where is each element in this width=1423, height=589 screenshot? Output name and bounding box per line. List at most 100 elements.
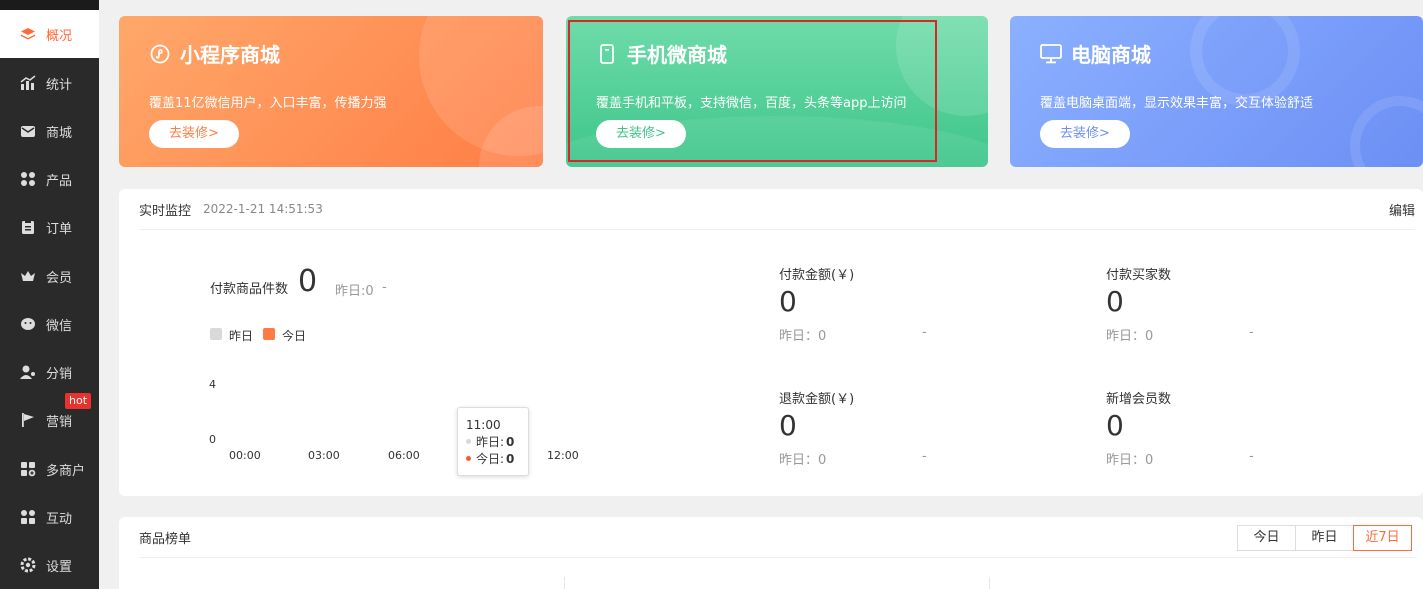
legend-today-swatch xyxy=(263,328,275,340)
pc-mall-card: 电脑商城 覆盖电脑桌面端，显示效果丰富，交互体验舒适 去装修> xyxy=(1010,16,1423,167)
panel-title: 实时监控 xyxy=(139,203,192,219)
timestamp: 2022-1-21 14:51:53 xyxy=(203,202,323,216)
sidebar-item-label: 多商户 xyxy=(46,463,86,479)
sidebar-item-label: 商城 xyxy=(46,125,73,141)
sidebar-item-label: 分销 xyxy=(46,366,73,382)
decorate-button[interactable]: 去装修> xyxy=(596,120,686,148)
sidebar-item-overview[interactable]: 概况 xyxy=(0,10,99,58)
sidebar-item-multi-merchant[interactable]: 多商户 xyxy=(0,445,99,493)
chart-icon xyxy=(20,75,36,91)
chart-tooltip: 11:00 昨日: 0 今日: 0 xyxy=(457,407,529,476)
multi-store-icon xyxy=(20,461,36,477)
sidebar-item-label: 微信 xyxy=(46,318,73,334)
metric-value-refund-amount: 0 xyxy=(779,409,797,442)
metric-value-new-members: 0 xyxy=(1106,409,1124,442)
card-description: 覆盖电脑桌面端，显示效果丰富，交互体验舒适 xyxy=(1040,96,1314,111)
clipboard-icon xyxy=(20,219,36,235)
sidebar-item-label: 会员 xyxy=(46,270,73,286)
edit-link[interactable]: 编辑 xyxy=(1389,200,1415,219)
crown-icon xyxy=(20,268,36,284)
metric-label-paying-buyers: 付款买家数 xyxy=(1106,268,1172,283)
x-axis-tick: 12:00 xyxy=(547,449,579,462)
mini-program-card: 小程序商城 覆盖11亿微信用户，入口丰富，传播力强 去装修> xyxy=(119,16,543,167)
column-divider xyxy=(989,577,990,589)
sidebar-item-label: 统计 xyxy=(46,77,73,93)
metric-yesterday: 昨日：0 xyxy=(1106,329,1154,344)
sidebar-item-settings[interactable]: 设置 xyxy=(0,541,99,589)
user-share-icon xyxy=(20,364,36,380)
tab-today[interactable]: 今日 xyxy=(1237,525,1296,551)
metric-dash: - xyxy=(1249,449,1254,464)
metric-value-payment-amount: 0 xyxy=(779,285,797,318)
sidebar-item-stats[interactable]: 统计 xyxy=(0,59,99,107)
goods-count-label: 付款商品件数 xyxy=(210,282,289,297)
tab-last-7-days[interactable]: 近7日 xyxy=(1353,525,1412,551)
goods-count-dash: - xyxy=(382,280,387,295)
sidebar: 概况 统计 商城 产品 订单 会员 微信 分销 营销 多商户 互动 设置 hot xyxy=(0,0,99,589)
sidebar-item-products[interactable]: 产品 xyxy=(0,155,99,203)
x-axis-tick: 03:00 xyxy=(308,449,340,462)
sidebar-item-orders[interactable]: 订单 xyxy=(0,203,99,251)
panel-title: 商品榜单 xyxy=(139,531,192,547)
sidebar-item-mall[interactable]: 商城 xyxy=(0,107,99,155)
y-axis-tick: 0 xyxy=(209,433,216,446)
metric-label-refund-amount: 退款金额(￥) xyxy=(779,392,855,407)
card-description: 覆盖11亿微信用户，入口丰富，传播力强 xyxy=(149,96,387,111)
y-axis-tick: 4 xyxy=(209,378,216,391)
tooltip-yesterday-dot xyxy=(466,439,471,444)
legend-today-label[interactable]: 今日 xyxy=(282,327,306,344)
column-divider xyxy=(564,577,565,589)
legend-yesterday-label[interactable]: 昨日 xyxy=(229,327,253,344)
sidebar-item-members[interactable]: 会员 xyxy=(0,252,99,300)
sidebar-item-label: 设置 xyxy=(46,559,73,575)
metric-dash: - xyxy=(922,325,927,340)
card-title: 电脑商城 xyxy=(1040,39,1151,68)
metric-value-paying-buyers: 0 xyxy=(1106,285,1124,318)
hot-badge: hot xyxy=(65,393,92,409)
monitor-icon xyxy=(1040,43,1062,65)
tooltip-today-dot xyxy=(466,456,471,461)
sidebar-item-label: 概况 xyxy=(46,28,73,44)
sidebar-item-label: 订单 xyxy=(46,221,73,237)
sidebar-item-label: 互动 xyxy=(46,511,73,527)
metric-yesterday: 昨日：0 xyxy=(779,453,827,468)
legend-yesterday-swatch xyxy=(210,328,222,340)
phone-icon xyxy=(596,43,618,65)
card-title: 手机微商城 xyxy=(596,39,727,68)
panel-header: 商品榜单 xyxy=(139,517,1415,558)
product-rank-panel: 商品榜单 xyxy=(119,517,1423,589)
gear-icon xyxy=(20,557,36,573)
sidebar-item-distribution[interactable]: 分销 xyxy=(0,348,99,396)
metric-dash: - xyxy=(1249,325,1254,340)
tooltip-time: 11:00 xyxy=(466,417,501,432)
interact-icon xyxy=(20,509,36,525)
layers-icon xyxy=(20,26,36,42)
metric-dash: - xyxy=(922,449,927,464)
metric-label-new-members: 新增会员数 xyxy=(1106,392,1172,407)
sidebar-item-label: 营销 xyxy=(46,414,73,430)
decorate-button[interactable]: 去装修> xyxy=(149,120,239,148)
sidebar-item-label: 产品 xyxy=(46,173,73,189)
sidebar-item-interaction[interactable]: 互动 xyxy=(0,493,99,541)
card-decoration xyxy=(1350,96,1423,167)
x-axis-tick: 00:00 xyxy=(229,449,261,462)
mail-icon xyxy=(20,123,36,139)
sidebar-item-wechat[interactable]: 微信 xyxy=(0,300,99,348)
card-decoration xyxy=(896,16,988,116)
metric-yesterday: 昨日：0 xyxy=(1106,453,1154,468)
metric-yesterday: 昨日：0 xyxy=(779,329,827,344)
sidebar-top-bar xyxy=(0,0,99,10)
card-title: 小程序商城 xyxy=(149,39,280,68)
tooltip-today-row: 今日: 0 xyxy=(466,450,528,467)
tab-yesterday[interactable]: 昨日 xyxy=(1295,525,1354,551)
panel-header: 实时监控 2022-1-21 14:51:53 编辑 xyxy=(139,189,1415,230)
metric-label-payment-amount: 付款金额(￥) xyxy=(779,268,855,283)
mini-program-icon xyxy=(149,43,171,65)
goods-count-yesterday: 昨日:0 xyxy=(335,284,374,299)
x-axis-tick: 06:00 xyxy=(388,449,420,462)
tooltip-yesterday-row: 昨日: 0 xyxy=(466,433,528,450)
card-description: 覆盖手机和平板，支持微信，百度，头条等app上访问 xyxy=(596,96,907,111)
date-range-tabs: 今日 昨日 近7日 xyxy=(1237,525,1412,551)
grid-icon xyxy=(20,171,36,187)
decorate-button[interactable]: 去装修> xyxy=(1040,120,1130,148)
